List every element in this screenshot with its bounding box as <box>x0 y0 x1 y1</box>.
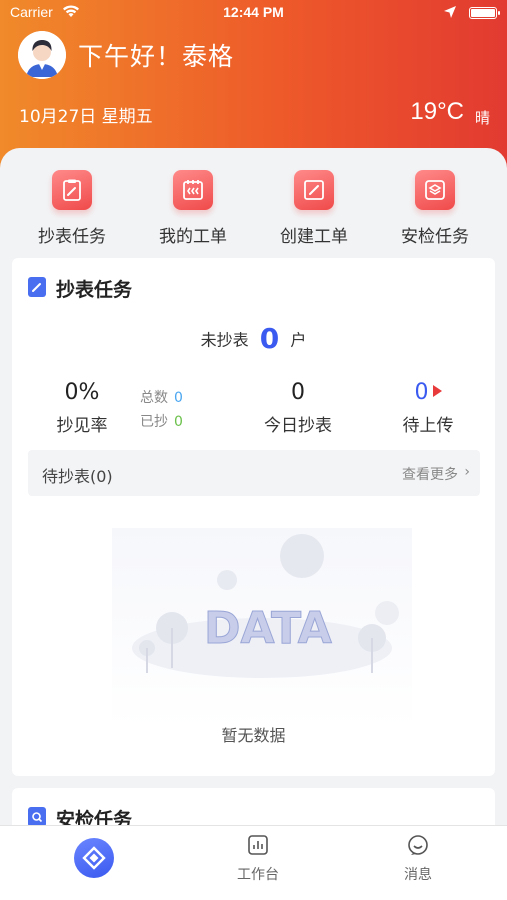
upload-value: 0 <box>414 380 429 405</box>
rate-label: 抄见率 <box>56 416 108 436</box>
empty-illustration: DATA <box>112 528 412 728</box>
tab-home[interactable] <box>34 834 154 878</box>
unread-prefix: 未抄表 <box>200 330 249 350</box>
tab-bar: 工作台 消息 <box>0 825 507 900</box>
card-title-text: 抄表任务 <box>56 279 133 301</box>
quick-action-label: 我的工单 <box>159 227 227 247</box>
avatar[interactable] <box>18 31 66 79</box>
quick-action-my-orders[interactable]: 我的工单 <box>138 170 248 247</box>
message-icon <box>358 834 478 860</box>
tab-label: 工作台 <box>237 867 279 883</box>
today-value: 0 <box>291 380 305 405</box>
clipboard-edit-icon <box>52 170 92 210</box>
view-more-link[interactable]: 查看更多 <box>402 464 458 484</box>
date-label: 10月27日 星期五 <box>19 107 153 127</box>
quick-action-safety-check[interactable]: 安检任务 <box>380 170 490 247</box>
meter-task-card: 抄表任务 未抄表 0 户 0% 抄见率 总数 0 已抄 0 0 今日抄表 0 待上传… <box>12 258 495 776</box>
quick-actions: 抄表任务 我的工单 创建工单 安检任务 <box>0 148 507 253</box>
workbench-icon <box>198 834 318 860</box>
tab-label: 消息 <box>404 867 432 883</box>
stat-upload[interactable]: 0 待上传 <box>378 380 478 436</box>
tab-workbench[interactable]: 工作台 <box>198 834 318 884</box>
pending-list-header[interactable]: 待抄表(0) 查看更多 › <box>28 450 480 496</box>
play-arrow-icon <box>432 385 442 397</box>
quick-action-label: 安检任务 <box>401 227 469 247</box>
unread-summary: 未抄表 0 户 <box>12 322 495 355</box>
done-label: 已抄 <box>140 414 168 430</box>
work-order-icon <box>173 170 213 210</box>
stat-today[interactable]: 0 今日抄表 <box>248 380 348 436</box>
home-icon <box>74 838 114 878</box>
quick-action-label: 抄表任务 <box>38 227 106 247</box>
greeting: 下午好！泰格 <box>78 42 235 71</box>
clipboard-icon <box>28 277 46 297</box>
clock: 12:44 PM <box>223 4 284 20</box>
search-shield-icon <box>28 807 46 827</box>
status-bar: Carrier 12:44 PM <box>10 4 500 24</box>
done-value: 0 <box>174 414 183 430</box>
location-arrow-icon <box>443 5 457 23</box>
upload-label: 待上传 <box>402 416 454 436</box>
tab-messages[interactable]: 消息 <box>358 834 478 884</box>
quick-action-meter-reading[interactable]: 抄表任务 <box>17 170 127 247</box>
total-value: 0 <box>174 390 183 406</box>
chevron-right-icon: › <box>464 464 470 480</box>
main-sheet: 抄表任务 我的工单 创建工单 安检任务 抄表任务 未抄表 0 户 0% 抄见率 … <box>0 148 507 900</box>
total-label: 总数 <box>140 390 168 406</box>
quick-action-create-order[interactable]: 创建工单 <box>259 170 369 247</box>
battery-icon <box>469 7 500 19</box>
stat-counts: 总数 0 已抄 0 <box>140 386 183 434</box>
pending-label: 待抄表(0) <box>42 467 113 486</box>
empty-text: 暂无数据 <box>221 726 286 745</box>
quick-action-label: 创建工单 <box>280 227 348 247</box>
today-label: 今日抄表 <box>264 416 332 436</box>
temperature: 19°C <box>410 98 464 125</box>
unread-count: 0 <box>259 322 280 355</box>
empty-data-text: DATA <box>204 603 332 654</box>
create-order-icon <box>294 170 334 210</box>
unread-suffix: 户 <box>290 330 307 350</box>
stat-rate: 0% 抄见率 <box>50 380 114 436</box>
rate-value: 0% <box>64 380 100 405</box>
safety-check-icon <box>415 170 455 210</box>
weather-label: 晴 <box>474 109 490 127</box>
